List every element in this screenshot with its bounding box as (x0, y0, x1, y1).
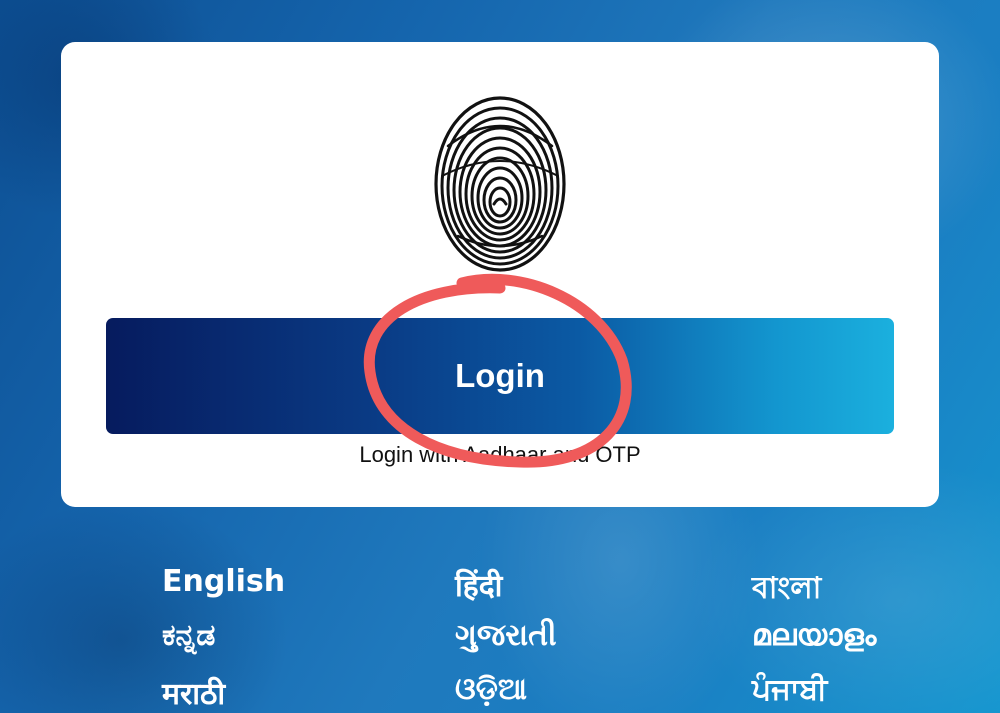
login-button-label: Login (455, 357, 545, 394)
language-selector: English हिंदी বাংলা ಕನ್ನಡ ગુજરાતી മലയാളം… (0, 556, 1000, 713)
login-button[interactable]: Login (106, 318, 894, 434)
login-subtext: Login with Aadhaar and OTP (359, 442, 641, 467)
language-option-bengali[interactable]: বাংলা (752, 564, 821, 615)
fingerprint-icon (434, 96, 566, 272)
language-option-punjabi[interactable]: ਪੰਜਾਬੀ (752, 672, 827, 707)
language-option-hindi[interactable]: हिंदी (455, 564, 502, 605)
language-option-gujarati[interactable]: ગુજરાતી (455, 618, 557, 653)
language-option-english[interactable]: English (162, 564, 285, 599)
language-option-kannada[interactable]: ಕನ್ನಡ (162, 618, 215, 653)
language-option-odia[interactable]: ଓଡ଼ିଆ (455, 672, 527, 707)
language-option-marathi[interactable]: मराठी (162, 672, 225, 713)
language-option-malayalam[interactable]: മലയാളം (752, 618, 876, 653)
